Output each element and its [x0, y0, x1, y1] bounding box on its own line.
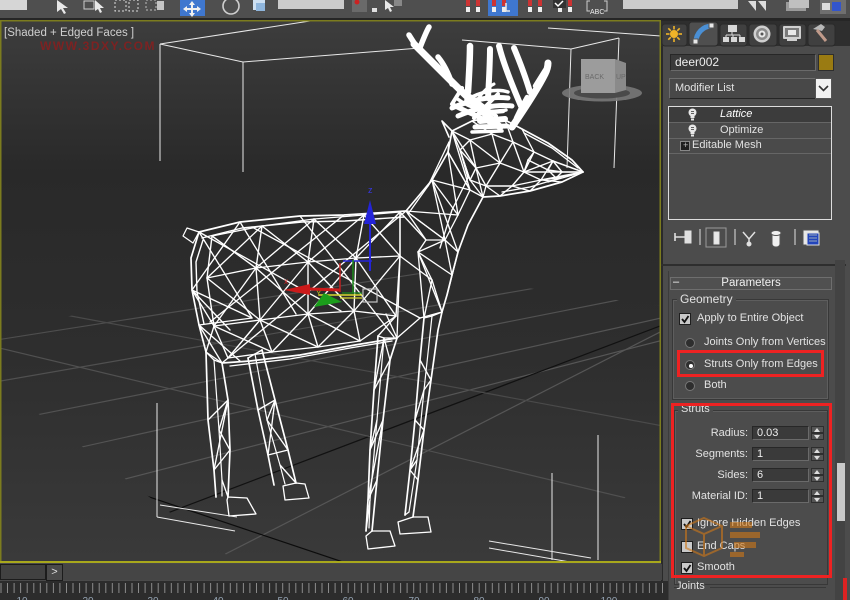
- svg-text:x: x: [284, 277, 288, 286]
- svg-text:100: 100: [601, 596, 618, 600]
- svg-text:60: 60: [342, 596, 354, 600]
- svg-text:[Shaded + Edged Faces ]: [Shaded + Edged Faces ]: [4, 27, 134, 39]
- svg-text:70: 70: [408, 596, 420, 600]
- svg-text:WWW.3DXY.COM: WWW.3DXY.COM: [40, 39, 156, 53]
- svg-text:ABC: ABC: [590, 9, 604, 16]
- svg-text:UP: UP: [616, 74, 626, 81]
- svg-text:40: 40: [212, 596, 224, 600]
- svg-text:10: 10: [16, 596, 28, 600]
- svg-text:90: 90: [538, 596, 550, 600]
- svg-text:30: 30: [147, 596, 159, 600]
- svg-text:z: z: [368, 185, 373, 195]
- svg-text:50: 50: [277, 596, 289, 600]
- svg-text:20: 20: [82, 596, 94, 600]
- svg-text:80: 80: [473, 596, 485, 600]
- svg-text:BACK: BACK: [585, 74, 604, 81]
